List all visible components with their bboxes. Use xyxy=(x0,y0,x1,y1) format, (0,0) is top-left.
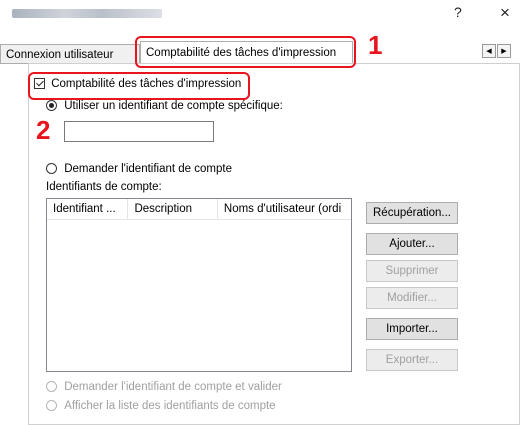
annotation-step-1: 1 xyxy=(368,30,383,60)
column-header-description[interactable]: Description xyxy=(128,199,218,219)
add-button[interactable]: Ajouter... xyxy=(366,233,458,255)
window-title-redacted xyxy=(12,9,162,18)
annotation-box-1 xyxy=(135,36,356,68)
delete-button[interactable]: Supprimer xyxy=(366,260,458,282)
radio-prompt-validate-label: Demander l'identifiant de compte et vali… xyxy=(64,381,282,393)
export-button[interactable]: Exporter... xyxy=(366,349,458,371)
radio-show-list[interactable] xyxy=(46,400,57,412)
account-ids-heading: Identifiants de compte: xyxy=(46,181,162,193)
account-id-input[interactable] xyxy=(64,121,214,142)
close-button[interactable]: × xyxy=(500,3,510,23)
radio-specific-account[interactable] xyxy=(46,100,57,112)
radio-prompt-validate[interactable] xyxy=(46,381,57,393)
account-id-list[interactable]: Identifiant ... Description Noms d'utili… xyxy=(46,198,352,372)
help-button[interactable]: ? xyxy=(454,4,462,20)
tab-scroll-buttons: ◀ ▶ xyxy=(482,44,511,58)
tab-user-login-label: Connexion utilisateur xyxy=(6,49,114,61)
radio-show-list-row[interactable]: Afficher la liste des identifiants de co… xyxy=(46,400,276,412)
column-header-id[interactable]: Identifiant ... xyxy=(47,199,129,219)
radio-specific-account-label: Utiliser un identifiant de compte spécif… xyxy=(64,100,283,112)
tab-user-login[interactable]: Connexion utilisateur xyxy=(0,44,140,64)
radio-prompt-account-label: Demander l'identifiant de compte xyxy=(64,163,232,175)
annotation-box-2 xyxy=(28,72,250,100)
radio-prompt-account-row[interactable]: Demander l'identifiant de compte xyxy=(46,163,232,175)
radio-specific-account-row[interactable]: Utiliser un identifiant de compte spécif… xyxy=(46,100,283,112)
account-id-list-header: Identifiant ... Description Noms d'utili… xyxy=(47,199,351,220)
tab-scroll-right-icon[interactable]: ▶ xyxy=(497,44,511,58)
edit-button[interactable]: Modifier... xyxy=(366,287,458,309)
import-button[interactable]: Importer... xyxy=(366,318,458,340)
radio-prompt-validate-row[interactable]: Demander l'identifiant de compte et vali… xyxy=(46,381,282,393)
column-header-usernames[interactable]: Noms d'utilisateur (ordi xyxy=(218,199,351,219)
retrieve-button[interactable]: Récupération... xyxy=(366,202,458,224)
tab-scroll-left-icon[interactable]: ◀ xyxy=(482,44,496,58)
annotation-step-2: 2 xyxy=(36,115,51,145)
radio-prompt-account[interactable] xyxy=(46,163,57,175)
radio-show-list-label: Afficher la liste des identifiants de co… xyxy=(64,400,276,412)
